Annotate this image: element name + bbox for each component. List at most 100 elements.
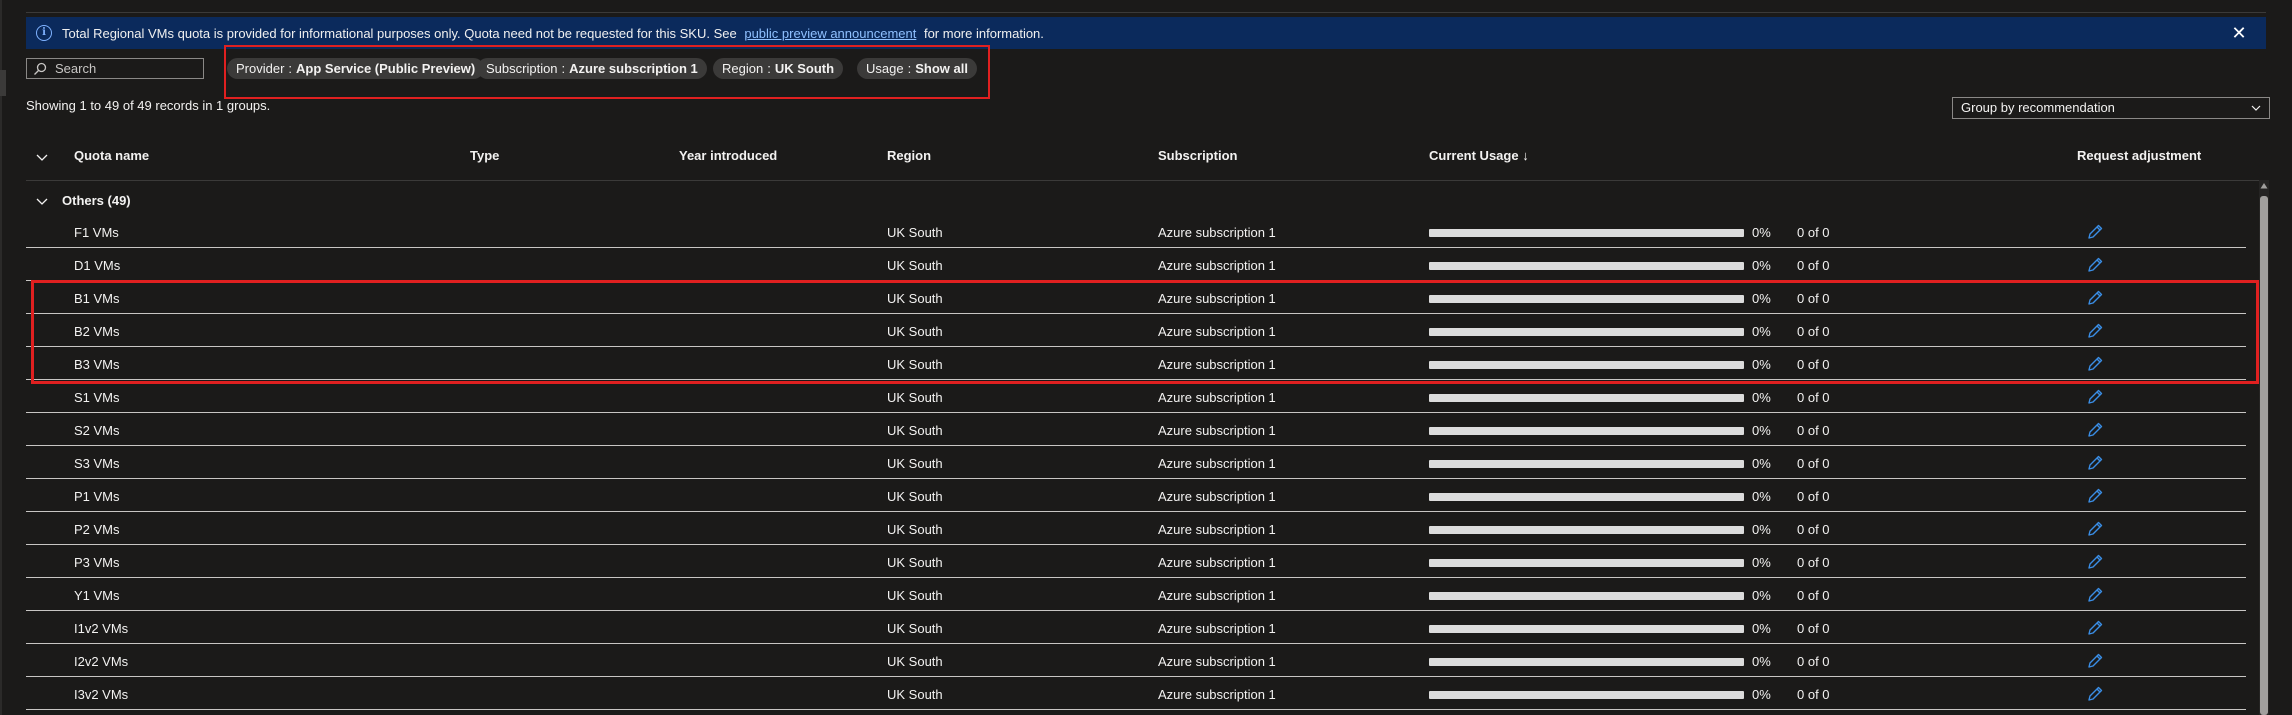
pencil-edit-icon[interactable] xyxy=(2086,685,2104,703)
column-header-year[interactable]: Year introduced xyxy=(679,148,777,163)
column-header-type[interactable]: Type xyxy=(470,148,499,163)
usage-count: 0 of 0 xyxy=(1797,588,1830,603)
usage-progress-bar xyxy=(1429,526,1744,534)
table-row[interactable]: S3 VMs UK South Azure subscription 1 0% 0 of… xyxy=(26,447,2246,479)
subscription-cell: Azure subscription 1 xyxy=(1158,423,1276,438)
group-chevron-icon[interactable] xyxy=(36,195,48,207)
pencil-edit-icon[interactable] xyxy=(2086,553,2104,571)
banner-text-before: Total Regional VMs quota is provided for… xyxy=(62,25,737,41)
usage-percent: 0% xyxy=(1752,555,1771,570)
region-cell: UK South xyxy=(887,555,943,570)
table-row[interactable]: S1 VMs UK South Azure subscription 1 0% 0 of… xyxy=(26,381,2246,413)
pencil-edit-icon[interactable] xyxy=(2086,223,2104,241)
filter-separator: : xyxy=(767,61,771,76)
pencil-edit-icon[interactable] xyxy=(2086,421,2104,439)
usage-count: 0 of 0 xyxy=(1797,654,1830,669)
group-header-others[interactable]: Others (49) xyxy=(26,184,2246,216)
table-row[interactable]: Y1 VMs UK South Azure subscription 1 0% 0 of… xyxy=(26,579,2246,611)
column-header-quota-name[interactable]: Quota name xyxy=(74,148,149,163)
close-icon[interactable]: ✕ xyxy=(2230,24,2248,42)
region-cell: UK South xyxy=(887,423,943,438)
table-row[interactable]: D1 VMs UK South Azure subscription 1 0% 0 of… xyxy=(26,249,2246,281)
banner-text: Total Regional VMs quota is provided for… xyxy=(62,26,1044,41)
search-input[interactable] xyxy=(55,61,195,76)
table-row[interactable]: S2 VMs UK South Azure subscription 1 0% 0 of… xyxy=(26,414,2246,446)
table-row[interactable]: I2v2 VMs UK South Azure subscription 1 0% 0 … xyxy=(26,645,2246,677)
filter-pill-provider[interactable]: Provider: App Service (Public Preview) xyxy=(227,58,485,79)
region-cell: UK South xyxy=(887,390,943,405)
filter-pill-usage[interactable]: Usage: Show all xyxy=(857,58,977,79)
filter-bar: Provider:App Service (Public Preview) Su… xyxy=(26,56,1326,82)
table-row[interactable]: I3v2 VMs UK South Azure subscription 1 0% 0 … xyxy=(26,678,2246,710)
usage-progress-bar xyxy=(1429,691,1744,699)
column-header-region[interactable]: Region xyxy=(887,148,931,163)
info-icon: i xyxy=(36,25,52,41)
collapse-all-chevron-icon[interactable] xyxy=(36,151,48,163)
usage-percent: 0% xyxy=(1752,456,1771,471)
table-row[interactable]: F1 VMs UK South Azure subscription 1 0% 0 of… xyxy=(26,216,2246,248)
quota-name-cell: B2 VMs xyxy=(74,324,120,339)
column-header-current-usage[interactable]: Current Usage ↓ xyxy=(1429,148,1529,163)
pencil-edit-icon[interactable] xyxy=(2086,454,2104,472)
filter-pill-region[interactable]: Region: UK South xyxy=(713,58,844,79)
table-row[interactable]: P1 VMs UK South Azure subscription 1 0% 0 of… xyxy=(26,480,2246,512)
region-cell: UK South xyxy=(887,357,943,372)
region-cell: UK South xyxy=(887,456,943,471)
pencil-edit-icon[interactable] xyxy=(2086,586,2104,604)
quota-name-cell: P2 VMs xyxy=(74,522,120,537)
usage-percent: 0% xyxy=(1752,588,1771,603)
pencil-edit-icon[interactable] xyxy=(2086,652,2104,670)
quota-name-cell: I1v2 VMs xyxy=(74,621,129,636)
usage-progress-bar xyxy=(1429,460,1744,468)
table-header: Quota name Type Year introduced Region S… xyxy=(26,140,2266,181)
pencil-edit-icon[interactable] xyxy=(2086,289,2104,307)
usage-count: 0 of 0 xyxy=(1797,357,1830,372)
pencil-edit-icon[interactable] xyxy=(2086,487,2104,505)
pencil-edit-icon[interactable] xyxy=(2086,355,2104,373)
region-cell: UK South xyxy=(887,588,943,603)
usage-percent: 0% xyxy=(1752,522,1771,537)
group-by-dropdown[interactable]: Group by recommendation xyxy=(1952,97,2270,119)
region-cell: UK South xyxy=(887,621,943,636)
pencil-edit-icon[interactable] xyxy=(2086,388,2104,406)
column-header-subscription[interactable]: Subscription xyxy=(1158,148,1237,163)
scroll-up-arrow-icon[interactable] xyxy=(2260,182,2268,190)
usage-progress-bar xyxy=(1429,658,1744,666)
left-panel-tab[interactable] xyxy=(0,70,6,96)
scrollbar-thumb[interactable] xyxy=(2260,196,2268,715)
left-edge xyxy=(0,0,2,715)
table-row[interactable]: B2 VMs UK South Azure subscription 1 0% 0 of… xyxy=(26,315,2246,347)
search-box[interactable] xyxy=(26,58,204,79)
quota-name-cell: I3v2 VMs xyxy=(74,687,129,702)
table-row[interactable]: P2 VMs UK South Azure subscription 1 0% 0 of… xyxy=(26,513,2246,545)
quota-name-cell: F1 VMs xyxy=(74,225,119,240)
usage-progress-bar xyxy=(1429,493,1744,501)
usage-percent: 0% xyxy=(1752,357,1771,372)
subscription-cell: Azure subscription 1 xyxy=(1158,258,1276,273)
subscription-cell: Azure subscription 1 xyxy=(1158,324,1276,339)
pencil-edit-icon[interactable] xyxy=(2086,322,2104,340)
filter-separator: : xyxy=(288,61,293,76)
table-row[interactable]: B1 VMs UK South Azure subscription 1 0% 0 of… xyxy=(26,282,2246,314)
usage-count: 0 of 0 xyxy=(1797,390,1830,405)
pencil-edit-icon[interactable] xyxy=(2086,256,2104,274)
quota-name-cell: P3 VMs xyxy=(74,555,120,570)
table-row[interactable]: P3 VMs UK South Azure subscription 1 0% 0 of… xyxy=(26,546,2246,578)
usage-percent: 0% xyxy=(1752,291,1771,306)
pencil-edit-icon[interactable] xyxy=(2086,520,2104,538)
filter-pill-subscription[interactable]: Subscription: Azure subscription 1 xyxy=(477,58,707,79)
table-row[interactable]: I1v2 VMs UK South Azure subscription 1 0% 0 … xyxy=(26,612,2246,644)
quota-name-cell: S1 VMs xyxy=(74,390,120,405)
quota-name-cell: P1 VMs xyxy=(74,489,120,504)
region-cell: UK South xyxy=(887,324,943,339)
usage-percent: 0% xyxy=(1752,489,1771,504)
filter-key: Usage xyxy=(866,61,904,76)
public-preview-link[interactable]: public preview announcement xyxy=(744,26,916,41)
quota-name-cell: B1 VMs xyxy=(74,291,120,306)
table-row[interactable]: B3 VMs UK South Azure subscription 1 0% 0 of… xyxy=(26,348,2246,380)
subscription-cell: Azure subscription 1 xyxy=(1158,555,1276,570)
pencil-edit-icon[interactable] xyxy=(2086,619,2104,637)
records-summary: Showing 1 to 49 of 49 records in 1 group… xyxy=(26,98,271,113)
filter-separator: : xyxy=(907,61,912,76)
group-label: Others (49) xyxy=(62,193,131,208)
